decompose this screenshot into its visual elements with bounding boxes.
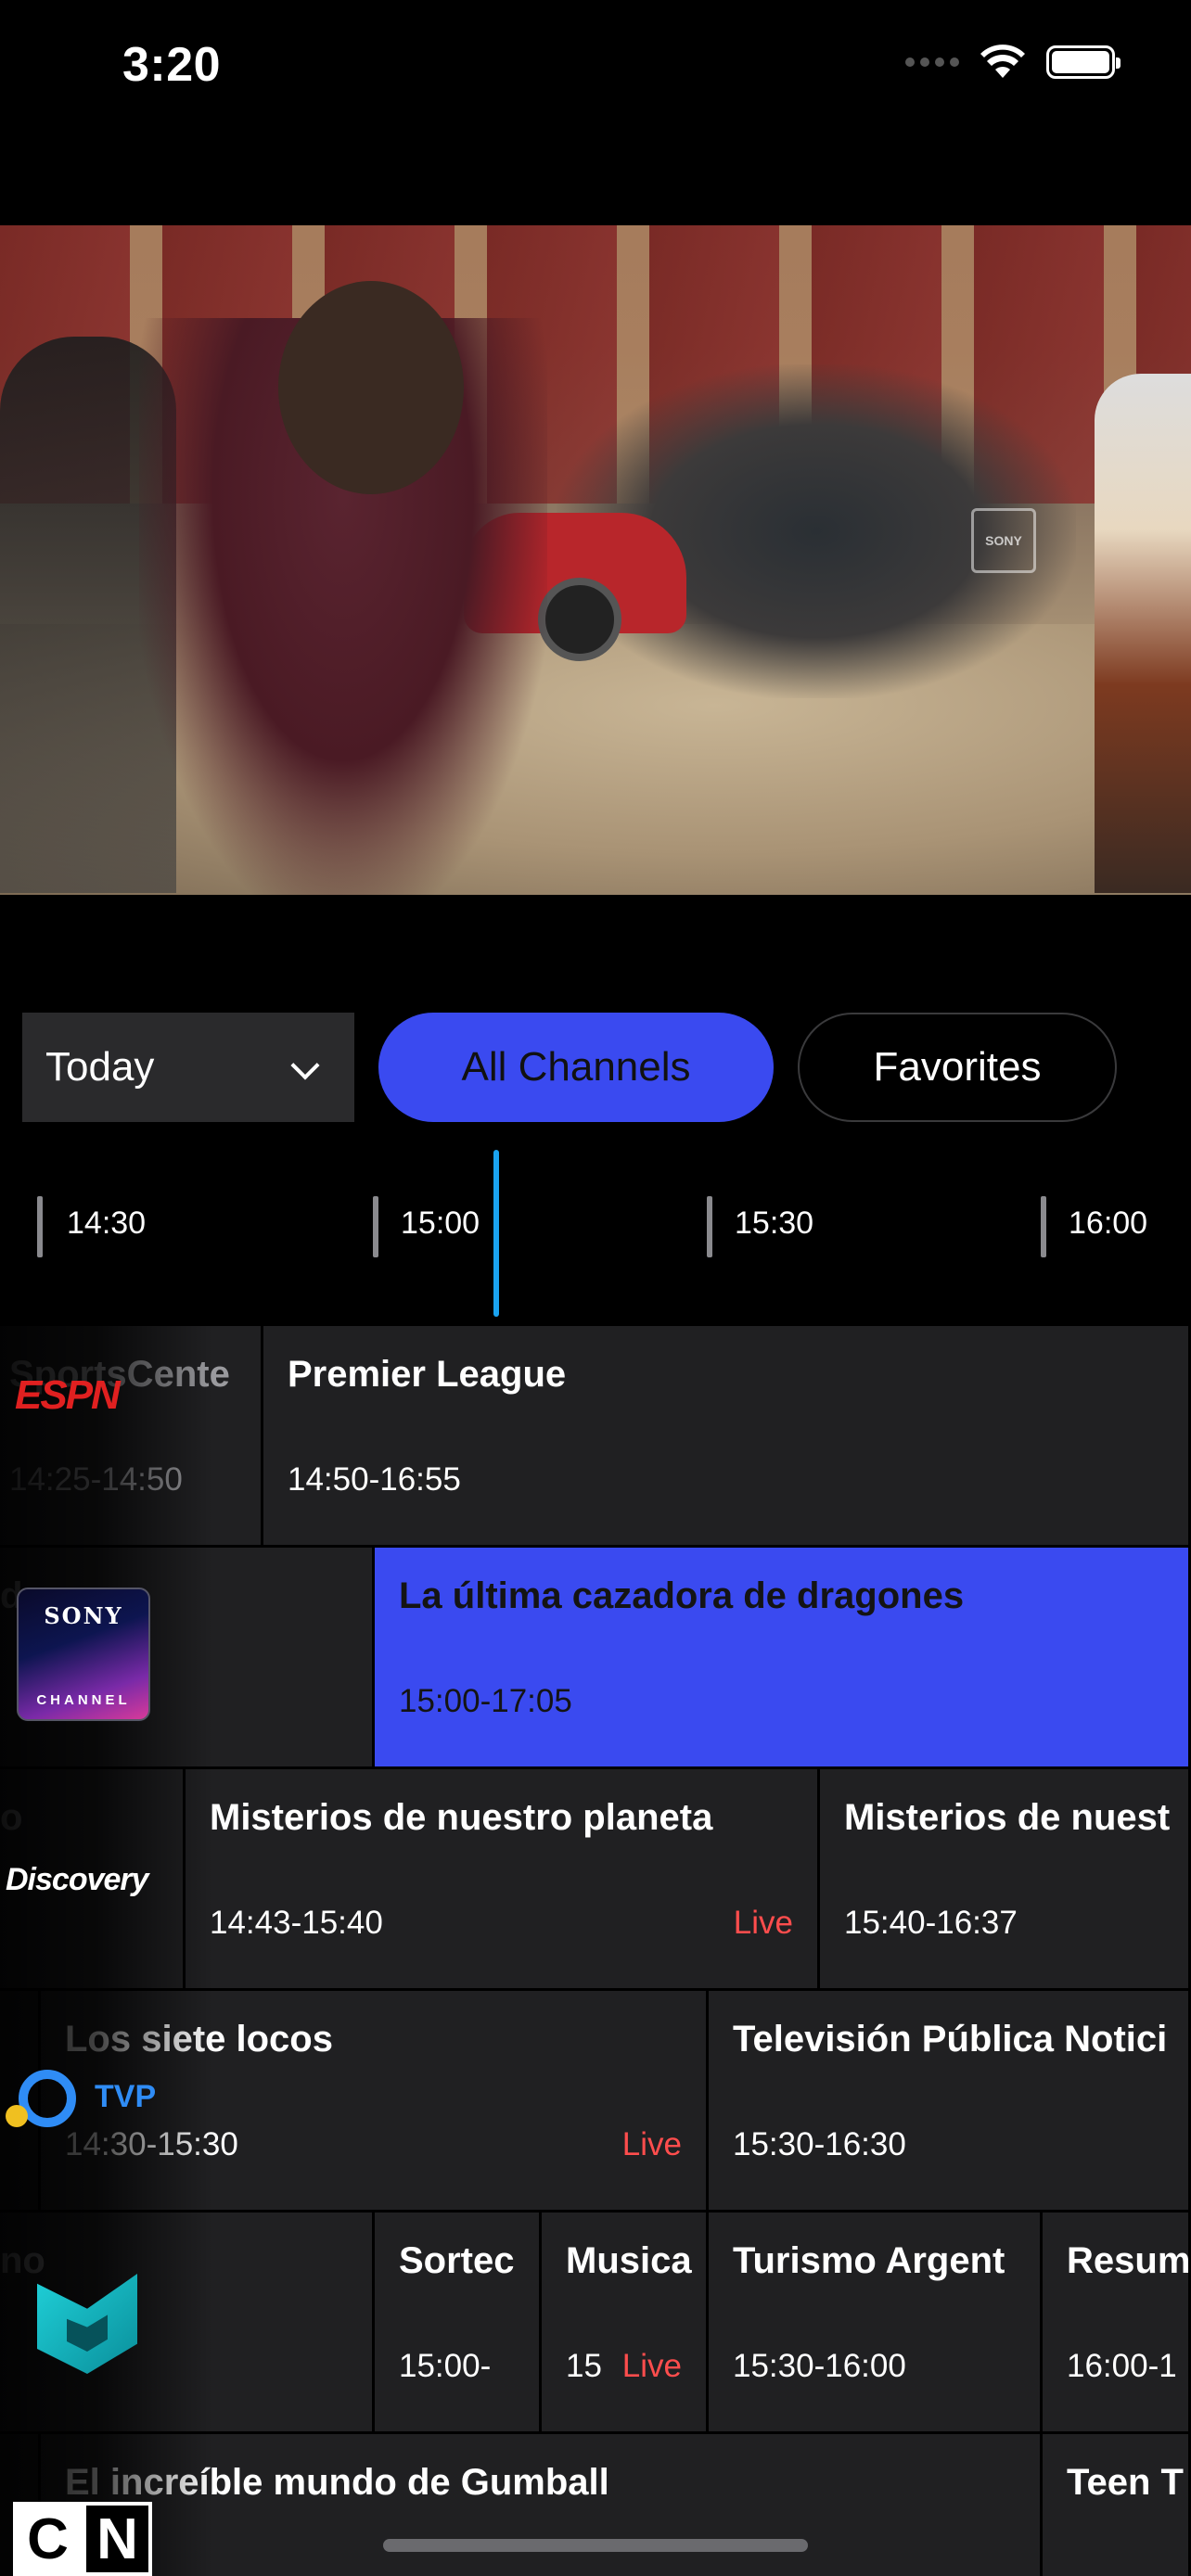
tvp-logo-text: TVP — [95, 2079, 157, 2114]
channel-logo-text: CHANNEL — [36, 1692, 131, 1708]
program-time: 15:00- — [399, 2348, 492, 2384]
date-dropdown[interactable]: Today — [22, 1013, 354, 1122]
program-title: Musica — [566, 2240, 692, 2281]
timeline-label: 15:30 — [735, 1205, 814, 1241]
guide-row: no Sortec 15:00- Musica 15 Live Turismo … — [0, 2213, 1191, 2431]
guide-row: o Misterios de nuestro planeta 14:43-15:… — [0, 1769, 1191, 1988]
discovery-logo[interactable]: Discovery — [6, 1862, 149, 1898]
program-guide: SportsCente 14:25-14:50 Premier League 1… — [0, 1326, 1191, 2576]
live-badge: Live — [621, 2126, 682, 2162]
program-title: Premier League — [288, 1354, 567, 1395]
tvp-logo[interactable]: TVP — [6, 2070, 173, 2135]
timeline[interactable]: 14:30 15:00 15:30 16:00 — [0, 1150, 1191, 1317]
home-indicator[interactable] — [383, 2539, 808, 2552]
program-time: 14:50-16:55 — [288, 1461, 461, 1498]
mix-icon — [37, 2274, 137, 2374]
cartoon-network-logo[interactable]: CN — [13, 2502, 152, 2576]
timeline-label: 15:00 — [401, 1205, 480, 1241]
program-cell[interactable]: SportsCente 14:25-14:50 — [0, 1326, 263, 1545]
timeline-label: 14:30 — [67, 1205, 147, 1241]
timeline-label: 16:00 — [1069, 1205, 1148, 1241]
status-time: 3:20 — [122, 38, 222, 92]
program-cell[interactable]: Televisión Pública Notici 15:30-16:30 — [709, 1991, 1191, 2210]
program-cell[interactable]: Premier League 14:50-16:55 — [263, 1326, 1191, 1545]
sony-channel-logo[interactable]: SONY CHANNEL — [17, 1588, 150, 1721]
live-badge: Live — [621, 2348, 682, 2384]
guide-row: SportsCente 14:25-14:50 Premier League 1… — [0, 1326, 1191, 1545]
mix-channel-logo[interactable] — [37, 2274, 139, 2376]
channel-watermark: SONY — [971, 508, 1036, 573]
program-time: 14:25-14:50 — [9, 1461, 183, 1498]
timeline-tick — [1041, 1196, 1046, 1257]
program-time: 15:00-17:05 — [399, 1683, 572, 1719]
tab-all-channels[interactable]: All Channels — [378, 1013, 774, 1122]
program-title: El increíble mundo de Gumball — [65, 2462, 609, 2503]
timeline-tick — [373, 1196, 378, 1257]
program-time: 16:00-1 — [1067, 2348, 1177, 2384]
status-bar: 3:20 — [0, 0, 1191, 139]
program-cell[interactable]: El increíble mundo de Gumball — [41, 2434, 1043, 2576]
chevron-down-icon — [290, 1051, 320, 1080]
guide-controls: Today All Channels Favorites — [0, 1011, 1191, 1122]
guide-row: Los siete locos 14:30-15:30 Live Televis… — [0, 1991, 1191, 2210]
program-cell[interactable]: Resum 16:00-1 — [1043, 2213, 1191, 2431]
date-dropdown-value: Today — [45, 1044, 155, 1090]
program-title: Sortec — [399, 2240, 515, 2281]
program-time: 15:30-16:30 — [733, 2126, 906, 2162]
battery-icon — [1046, 45, 1121, 79]
program-time: 14:43-15:40 — [210, 1905, 383, 1941]
cellular-signal-icon — [905, 57, 959, 67]
sony-logo-text: SONY — [44, 1602, 123, 1629]
program-title: o — [0, 1797, 23, 1838]
program-cell[interactable]: Misterios de nuest 15:40-16:37 — [820, 1769, 1191, 1988]
program-time: 15:40-16:37 — [844, 1905, 1018, 1941]
program-cell[interactable]: Teen T — [1043, 2434, 1191, 2576]
program-cell[interactable]: Misterios de nuestro planeta 14:43-15:40… — [186, 1769, 820, 1988]
program-cell[interactable]: Musica 15 Live — [542, 2213, 709, 2431]
program-title: Misterios de nuestro planeta — [210, 1797, 713, 1838]
guide-row: El increíble mundo de Gumball Teen T — [0, 2434, 1191, 2576]
video-player[interactable]: SONY — [0, 225, 1191, 895]
program-title: Televisión Pública Notici — [733, 2019, 1168, 2060]
program-title: Resum — [1067, 2240, 1191, 2281]
program-cell-selected[interactable]: La última cazadora de dragones 15:00-17:… — [375, 1548, 1191, 1766]
program-cell[interactable]: Turismo Argent 15:30-16:00 — [709, 2213, 1043, 2431]
guide-row: d La última cazadora de dragones 15:00-1… — [0, 1548, 1191, 1766]
program-cell[interactable]: Sortec 15:00- — [375, 2213, 542, 2431]
program-title: Los siete locos — [65, 2019, 333, 2060]
program-time: 15:30-16:00 — [733, 2348, 906, 2384]
program-title: Misterios de nuest — [844, 1797, 1171, 1838]
tab-favorites[interactable]: Favorites — [798, 1013, 1117, 1122]
program-title: La última cazadora de dragones — [399, 1575, 965, 1616]
status-icons — [905, 45, 1121, 80]
wifi-icon — [980, 45, 1025, 78]
live-badge: Live — [733, 1905, 793, 1941]
timeline-tick — [37, 1196, 43, 1257]
program-time: 15 — [566, 2348, 602, 2384]
program-title: Turismo Argent — [733, 2240, 1005, 2281]
timeline-tick — [707, 1196, 712, 1257]
program-title: Teen T — [1067, 2462, 1184, 2503]
espn-logo[interactable]: ESPN — [15, 1372, 152, 1418]
current-time-indicator — [493, 1150, 499, 1317]
